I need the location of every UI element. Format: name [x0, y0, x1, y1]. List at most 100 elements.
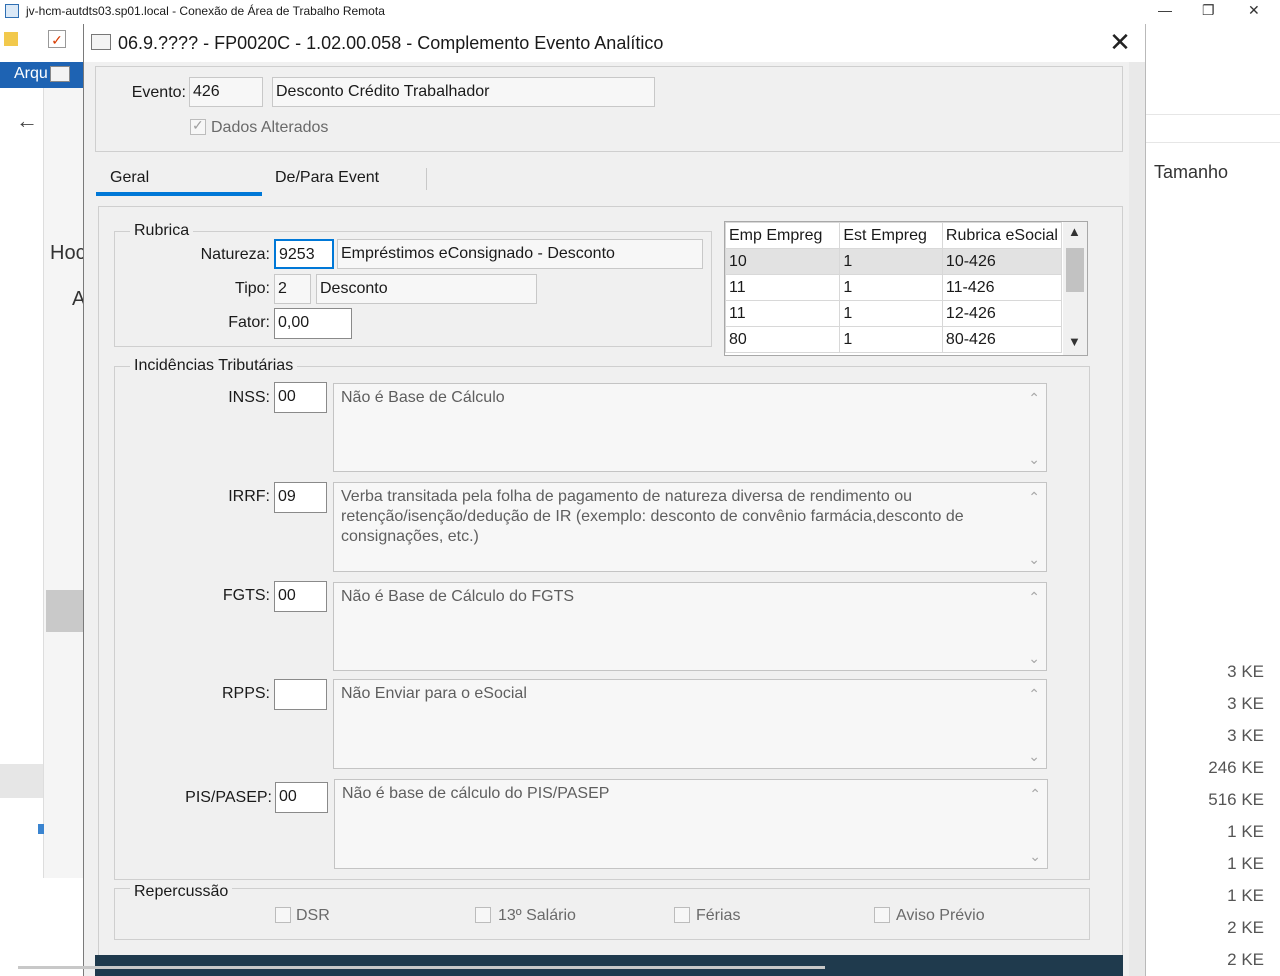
dsr-checkbox[interactable] [275, 907, 291, 923]
scroll-up-icon[interactable]: ▲ [1068, 224, 1081, 239]
file-size-value: 1 KE [1227, 854, 1264, 873]
checklist-icon: ✓ [48, 30, 66, 48]
pis-pasep-code-input[interactable]: 00 [275, 782, 328, 813]
background-text-hod: Hoc [50, 242, 86, 264]
background-menubar: Arqu [0, 62, 83, 88]
ferias-checkbox[interactable] [674, 907, 690, 923]
column-header-tamanho[interactable]: Tamanho [1154, 162, 1228, 183]
grid-cell: 11 [725, 274, 841, 301]
aviso-previo-checkbox[interactable] [874, 907, 890, 923]
background-strip [0, 764, 43, 798]
background-marker [38, 824, 44, 834]
restore-button[interactable]: ❐ [1202, 2, 1215, 19]
dialog-close-button[interactable]: ✕ [1106, 28, 1134, 56]
grid-cell: 10-426 [941, 248, 1063, 275]
horizontal-scrollbar[interactable] [18, 966, 825, 969]
grid-scroll-thumb[interactable] [1066, 248, 1084, 292]
decimo-terceiro-checkbox[interactable] [475, 907, 491, 923]
file-size-value: 3 KE [1227, 694, 1264, 713]
rdp-title-bar: jv-hcm-autdts03.sp01.local - Conexão de … [0, 0, 1280, 24]
natureza-description-field: Empréstimos eConsignado - Desconto [337, 239, 703, 269]
irrf-description-text: Verba transitada pela folha de pagamento… [341, 488, 964, 545]
dialog-window-icon [91, 34, 111, 50]
table-row[interactable]: 80 1 80-426 [725, 326, 1063, 353]
file-size-value: 2 KE [1227, 950, 1264, 969]
file-size-value: 246 KE [1208, 758, 1264, 777]
background-app-right: Tamanho 3 KE 3 KE 3 KE 246 KE 516 KE 1 KE 1 KE… [1144, 24, 1280, 976]
memo-scroll-up-icon[interactable]: ⌃ [1028, 587, 1040, 607]
memo-scroll-down-icon[interactable]: ⌄ [1028, 549, 1040, 569]
dialog-scrollbar[interactable] [1129, 62, 1145, 976]
grid-cell: 1 [839, 248, 943, 275]
tipo-code-field[interactable]: 2 [274, 274, 311, 304]
rubrica-esocial-grid[interactable]: Emp Empreg Est Empreg Rubrica eSocial 10… [724, 221, 1088, 356]
grid-cell: 80-426 [941, 326, 1063, 353]
minimize-button[interactable]: — [1158, 2, 1172, 18]
complemento-evento-dialog: 06.9.???? - FP0020C - 1.02.00.058 - Comp… [83, 24, 1146, 976]
grid-cell: 11-426 [941, 274, 1063, 301]
inss-description-memo[interactable]: Não é Base de Cálculo ⌃ ⌄ [333, 383, 1047, 472]
tipo-label: Tipo: [235, 280, 270, 297]
check-mark-icon: ✓ [192, 117, 204, 133]
fgts-label: FGTS: [222, 587, 270, 604]
evento-code-field[interactable]: 426 [189, 77, 263, 107]
rpps-description-text: Não Enviar para o eSocial [341, 685, 527, 702]
close-rdp-button[interactable]: ✕ [1248, 2, 1260, 19]
rubrica-group-title: Rubrica [130, 222, 194, 240]
memo-scroll-up-icon[interactable]: ⌃ [1028, 388, 1040, 408]
grid-header-est-empreg[interactable]: Est Empreg [839, 222, 943, 249]
background-app-left: ✓ Arqu ← Hoc A [0, 24, 86, 976]
file-size-value: 516 KE [1208, 790, 1264, 809]
grid-header-rubrica-esocial[interactable]: Rubrica eSocial [941, 222, 1063, 249]
ferias-label: Férias [696, 907, 741, 924]
fgts-code-input[interactable]: 00 [274, 581, 327, 612]
background-divider [1144, 142, 1280, 143]
dados-alterados-label: Dados Alterados [211, 119, 329, 136]
grid-cell: 12-426 [941, 300, 1063, 327]
rpps-code-input[interactable] [274, 679, 327, 710]
grid-cell: 1 [839, 326, 943, 353]
memo-scroll-up-icon[interactable]: ⌃ [1029, 784, 1041, 804]
back-arrow-icon[interactable]: ← [16, 108, 38, 134]
background-block [46, 590, 83, 632]
dsr-label: DSR [296, 907, 330, 924]
memo-scroll-down-icon[interactable]: ⌄ [1028, 648, 1040, 668]
grid-scrollbar[interactable]: ▲ ▼ [1063, 222, 1087, 355]
pis-pasep-description-memo[interactable]: Não é base de cálculo do PIS/PASEP ⌃ ⌄ [334, 779, 1048, 869]
tab-de-para-event[interactable]: De/Para Event [262, 162, 428, 196]
evento-label: Evento: [131, 84, 186, 101]
scroll-down-icon[interactable]: ▼ [1068, 334, 1081, 349]
tab-geral-label: Geral [110, 169, 150, 186]
irrf-code-input[interactable]: 09 [274, 482, 327, 513]
memo-scroll-up-icon[interactable]: ⌃ [1028, 487, 1040, 507]
table-row[interactable]: 11 1 11-426 [725, 274, 1063, 301]
dados-alterados-checkbox[interactable]: ✓ [190, 117, 206, 135]
memo-scroll-down-icon[interactable]: ⌄ [1028, 449, 1040, 469]
file-size-value: 3 KE [1227, 726, 1264, 745]
pis-pasep-description-text: Não é base de cálculo do PIS/PASEP [342, 785, 610, 802]
rpps-description-memo[interactable]: Não Enviar para o eSocial ⌃ ⌄ [333, 679, 1047, 769]
memo-scroll-up-icon[interactable]: ⌃ [1028, 684, 1040, 704]
memo-scroll-down-icon[interactable]: ⌄ [1028, 746, 1040, 766]
inss-code-input[interactable]: 00 [274, 382, 327, 413]
background-toolbar [1144, 62, 1280, 115]
tab-de-para-label: De/Para Event [275, 169, 380, 186]
inss-description-text: Não é Base de Cálculo [341, 389, 505, 406]
window-icon [50, 66, 70, 82]
fgts-description-memo[interactable]: Não é Base de Cálculo do FGTS ⌃ ⌄ [333, 582, 1047, 671]
repercussao-group-title: Repercussão [130, 883, 233, 901]
aviso-previo-label: Aviso Prévio [896, 907, 985, 924]
table-row[interactable]: 11 1 12-426 [725, 300, 1063, 327]
natureza-code-input[interactable]: 9253 [274, 239, 334, 269]
irrf-description-memo[interactable]: Verba transitada pela folha de pagamento… [333, 482, 1047, 572]
grid-header-emp-empreg[interactable]: Emp Empreg [725, 222, 841, 249]
grid-cell: 80 [725, 326, 841, 353]
fator-input[interactable]: 0,00 [274, 308, 352, 339]
memo-scroll-down-icon[interactable]: ⌄ [1029, 846, 1041, 866]
file-size-value: 1 KE [1227, 886, 1264, 905]
table-row[interactable]: 10 1 10-426 [725, 248, 1063, 275]
folder-icon [4, 32, 18, 46]
tipo-description-field: Desconto [316, 274, 537, 304]
decimo-terceiro-label: 13º Salário [498, 907, 576, 924]
tab-geral[interactable]: Geral [96, 162, 262, 196]
